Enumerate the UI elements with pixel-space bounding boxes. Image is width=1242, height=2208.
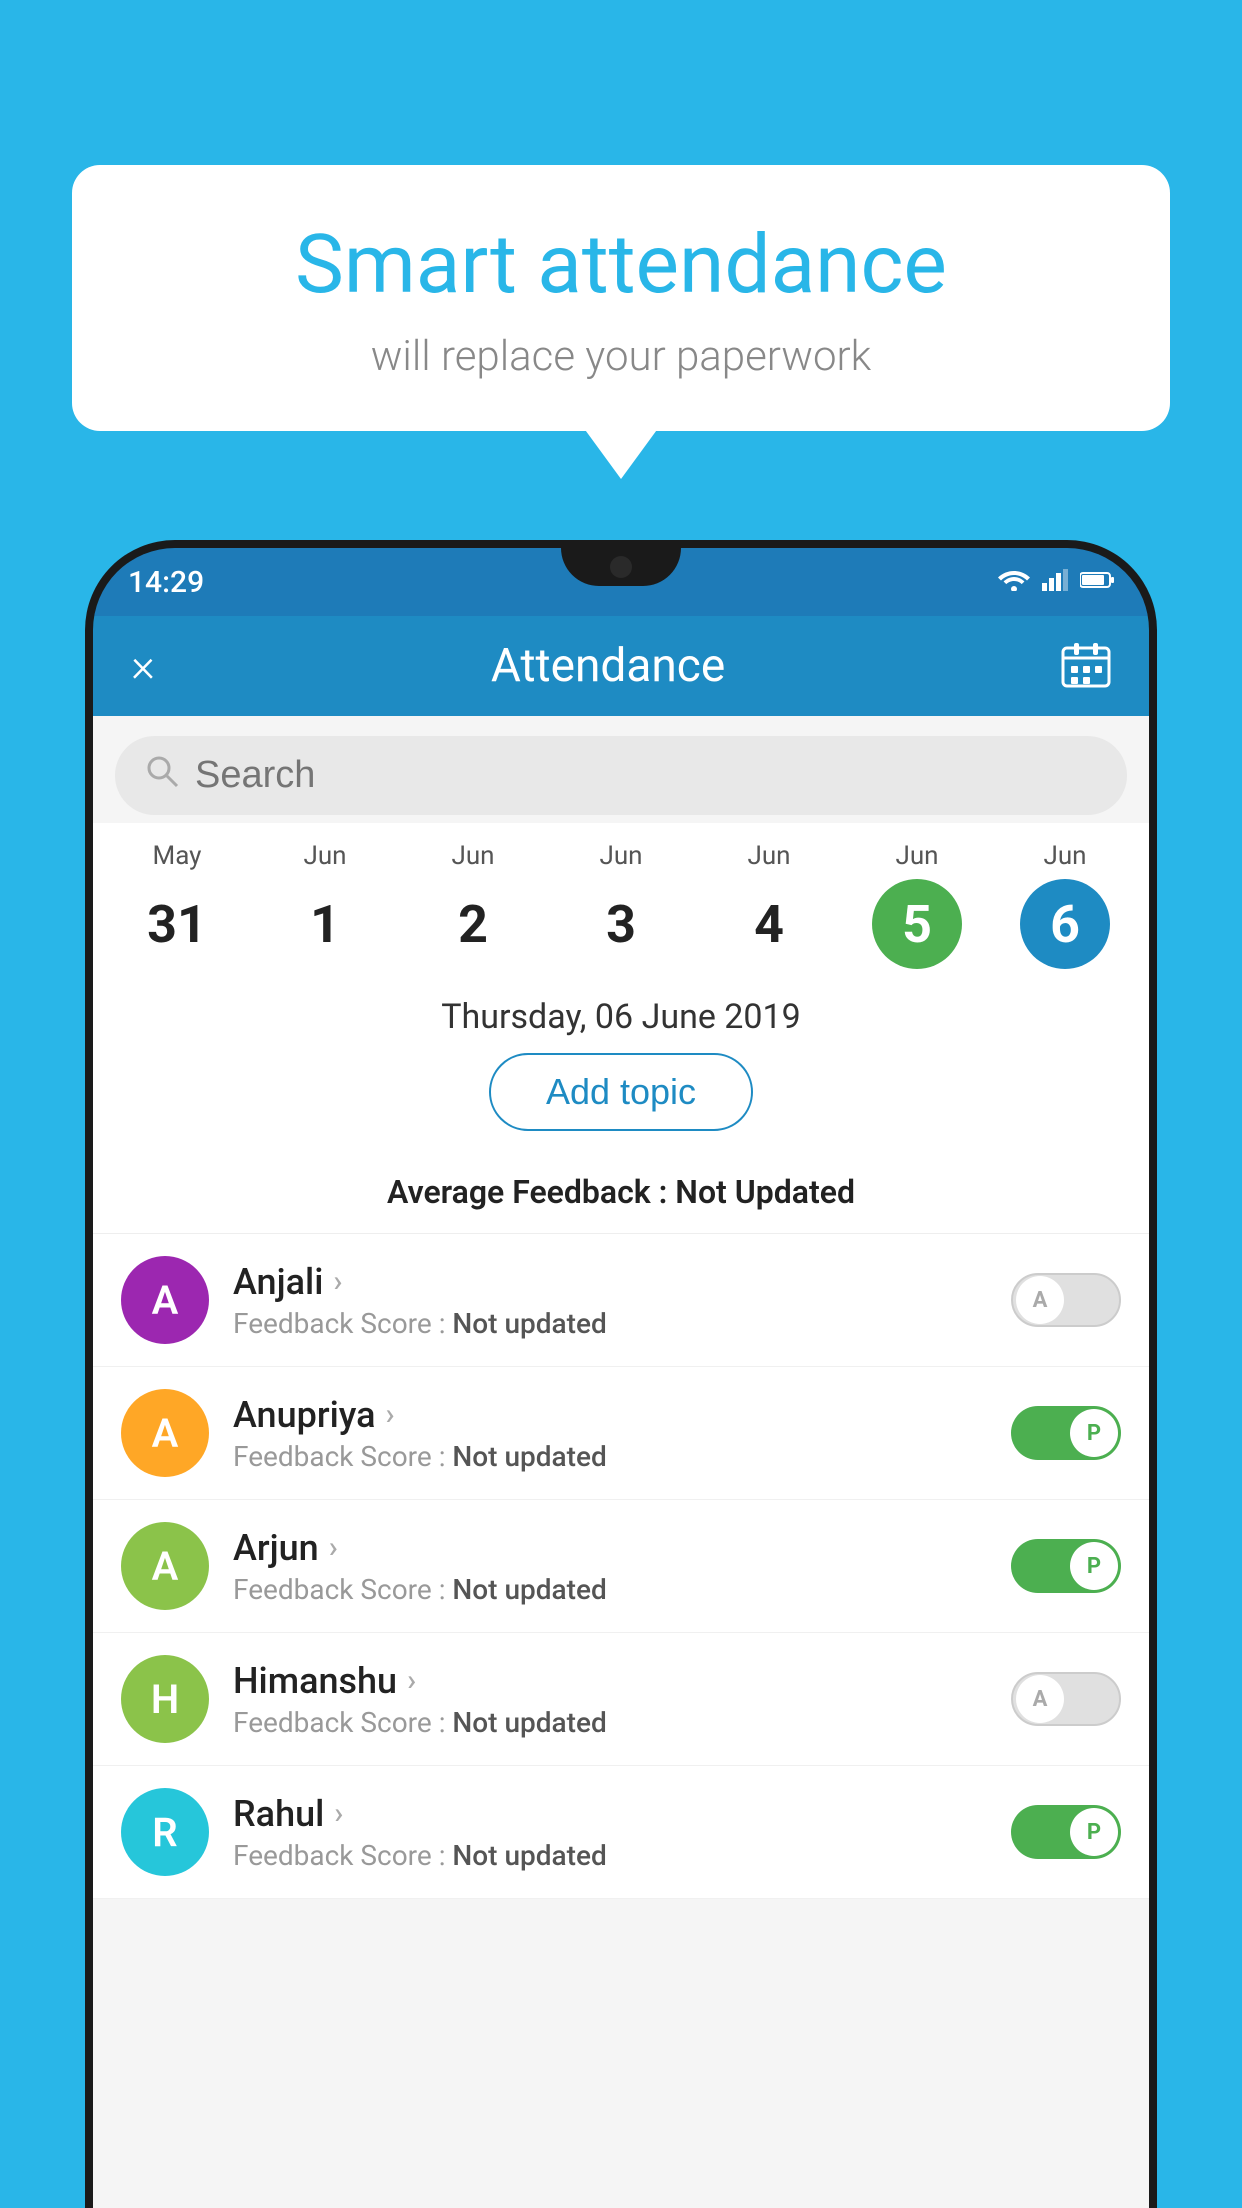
- feedback-value: Not updated: [452, 1573, 606, 1606]
- calendar-icon[interactable]: [1061, 640, 1111, 692]
- date-item[interactable]: Jun 2: [413, 841, 533, 969]
- student-info: Anupriya › Feedback Score : Not updated: [233, 1394, 999, 1473]
- date-item[interactable]: May 31: [117, 841, 237, 969]
- chevron-icon: ›: [407, 1663, 416, 1698]
- status-time: 14:29: [128, 565, 204, 600]
- toggle-knob: A: [1016, 1276, 1064, 1324]
- date-number: 6: [1020, 879, 1110, 969]
- student-item[interactable]: A Anupriya › Feedback Score : Not updated P: [93, 1367, 1149, 1500]
- date-number: 1: [280, 879, 370, 969]
- chevron-icon: ›: [386, 1397, 395, 1432]
- date-item[interactable]: Jun 4: [709, 841, 829, 969]
- avatar: H: [121, 1655, 209, 1743]
- date-month: Jun: [1043, 841, 1086, 871]
- date-month: Jun: [303, 841, 346, 871]
- student-feedback: Feedback Score : Not updated: [233, 1706, 999, 1739]
- speech-bubble-container: Smart attendance will replace your paper…: [72, 165, 1170, 431]
- student-name: Rahul ›: [233, 1793, 999, 1835]
- battery-icon: [1080, 571, 1114, 593]
- camera-dot: [610, 556, 632, 578]
- search-container[interactable]: [115, 736, 1127, 815]
- date-number: 3: [576, 879, 666, 969]
- avatar: A: [121, 1389, 209, 1477]
- student-info: Himanshu › Feedback Score : Not updated: [233, 1660, 999, 1739]
- student-info: Rahul › Feedback Score : Not updated: [233, 1793, 999, 1872]
- date-month: May: [153, 841, 202, 871]
- add-topic-button[interactable]: Add topic: [489, 1053, 753, 1131]
- avatar: A: [121, 1256, 209, 1344]
- toggle-wrap[interactable]: P: [1011, 1406, 1121, 1460]
- date-strip: May 31 Jun 1 Jun 2 Jun 3 Jun 4 Jun 5 Jun 6: [93, 823, 1149, 969]
- student-feedback: Feedback Score : Not updated: [233, 1839, 999, 1872]
- feedback-value: Not updated: [452, 1307, 606, 1340]
- attendance-toggle[interactable]: A: [1011, 1273, 1121, 1327]
- toggle-wrap[interactable]: A: [1011, 1672, 1121, 1726]
- signal-icon: [1042, 569, 1068, 595]
- date-item[interactable]: Jun 1: [265, 841, 385, 969]
- student-feedback: Feedback Score : Not updated: [233, 1573, 999, 1606]
- avg-feedback-value: Not Updated: [675, 1173, 855, 1211]
- notch: [561, 548, 681, 586]
- attendance-toggle[interactable]: P: [1011, 1406, 1121, 1460]
- chevron-icon: ›: [334, 1796, 343, 1831]
- phone-inner: 14:29: [93, 548, 1149, 2208]
- feedback-value: Not updated: [452, 1839, 606, 1872]
- toggle-knob: P: [1070, 1808, 1118, 1856]
- speech-bubble: Smart attendance will replace your paper…: [72, 165, 1170, 431]
- date-item[interactable]: Jun 5: [857, 841, 977, 969]
- feedback-value: Not updated: [452, 1706, 606, 1739]
- student-info: Anjali › Feedback Score : Not updated: [233, 1261, 999, 1340]
- status-icons: [998, 569, 1114, 595]
- date-number: 2: [428, 879, 518, 969]
- date-month: Jun: [747, 841, 790, 871]
- app-header: × Attendance: [93, 616, 1149, 716]
- student-name: Himanshu ›: [233, 1660, 999, 1702]
- content-area: May 31 Jun 1 Jun 2 Jun 3 Jun 4 Jun 5 Jun 6 Thursday, …: [93, 716, 1149, 2208]
- wifi-icon: [998, 569, 1030, 595]
- date-item[interactable]: Jun 6: [1005, 841, 1125, 969]
- student-item[interactable]: A Arjun › Feedback Score : Not updated P: [93, 1500, 1149, 1633]
- attendance-toggle[interactable]: P: [1011, 1805, 1121, 1859]
- avatar: R: [121, 1788, 209, 1876]
- student-item[interactable]: H Himanshu › Feedback Score : Not updated A: [93, 1633, 1149, 1766]
- date-number: 31: [132, 879, 222, 969]
- bubble-title: Smart attendance: [132, 220, 1110, 310]
- avg-feedback-label: Average Feedback :: [387, 1173, 667, 1211]
- student-name: Arjun ›: [233, 1527, 999, 1569]
- toggle-wrap[interactable]: A: [1011, 1273, 1121, 1327]
- student-feedback: Feedback Score : Not updated: [233, 1440, 999, 1473]
- selected-date: Thursday, 06 June 2019: [93, 969, 1149, 1053]
- date-month: Jun: [895, 841, 938, 871]
- student-info: Arjun › Feedback Score : Not updated: [233, 1527, 999, 1606]
- date-month: Jun: [451, 841, 494, 871]
- bubble-subtitle: will replace your paperwork: [132, 332, 1110, 381]
- search-input[interactable]: [195, 754, 1097, 797]
- student-feedback: Feedback Score : Not updated: [233, 1307, 999, 1340]
- student-name: Anupriya ›: [233, 1394, 999, 1436]
- chevron-icon: ›: [329, 1530, 338, 1565]
- date-month: Jun: [599, 841, 642, 871]
- student-item[interactable]: A Anjali › Feedback Score : Not updated A: [93, 1234, 1149, 1367]
- avg-feedback: Average Feedback : Not Updated: [93, 1173, 1149, 1233]
- date-number: 5: [872, 879, 962, 969]
- feedback-value: Not updated: [452, 1440, 606, 1473]
- student-list: AAnjali ›Feedback Score : Not updatedAAA…: [93, 1233, 1149, 1899]
- date-item[interactable]: Jun 3: [561, 841, 681, 969]
- toggle-knob: A: [1016, 1675, 1064, 1723]
- toggle-knob: P: [1070, 1542, 1118, 1590]
- toggle-wrap[interactable]: P: [1011, 1805, 1121, 1859]
- attendance-toggle[interactable]: P: [1011, 1539, 1121, 1593]
- search-icon: [145, 754, 179, 797]
- attendance-toggle[interactable]: A: [1011, 1672, 1121, 1726]
- student-name: Anjali ›: [233, 1261, 999, 1303]
- toggle-knob: P: [1070, 1409, 1118, 1457]
- student-item[interactable]: R Rahul › Feedback Score : Not updated P: [93, 1766, 1149, 1899]
- date-number: 4: [724, 879, 814, 969]
- close-button[interactable]: ×: [131, 639, 155, 693]
- toggle-wrap[interactable]: P: [1011, 1539, 1121, 1593]
- chevron-icon: ›: [333, 1264, 342, 1299]
- phone-frame: 14:29: [85, 540, 1157, 2208]
- avatar: A: [121, 1522, 209, 1610]
- header-title: Attendance: [491, 639, 725, 693]
